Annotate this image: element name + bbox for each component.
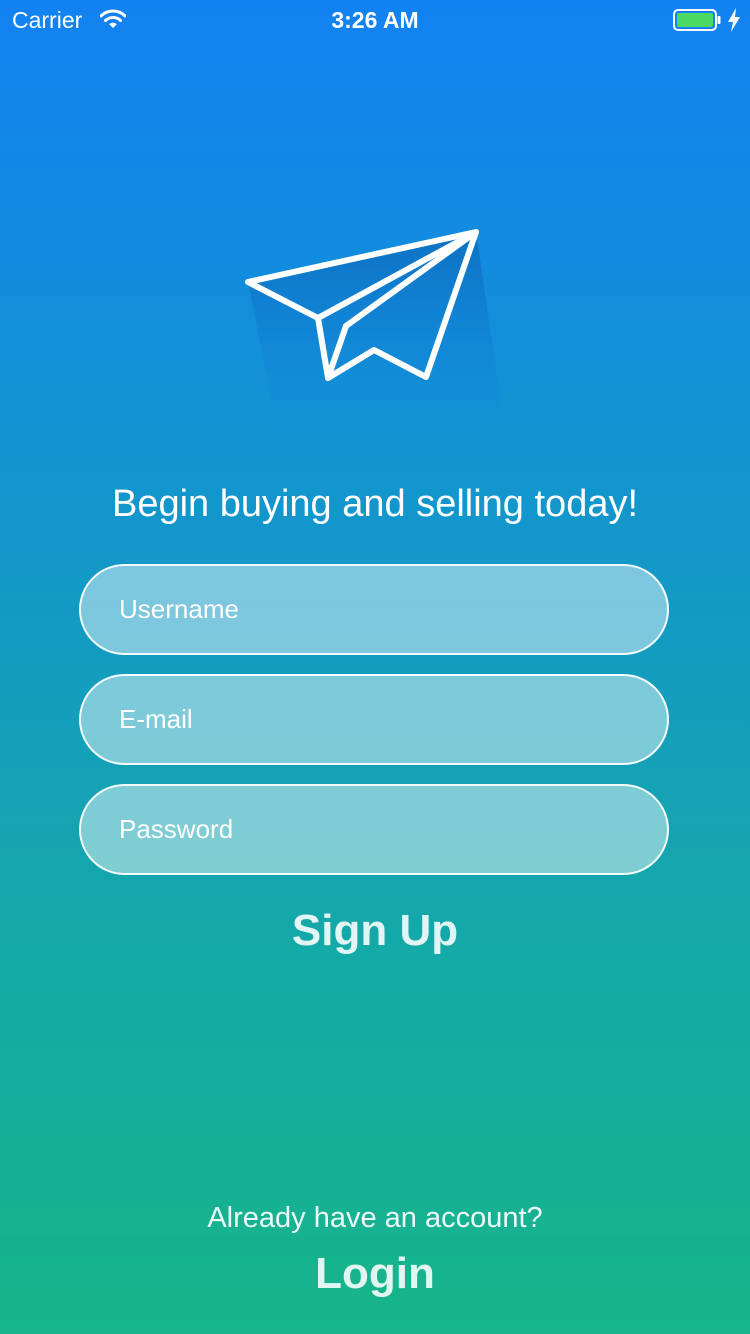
clock: 3:26 AM xyxy=(331,7,419,33)
email-field[interactable] xyxy=(79,674,669,765)
paper-plane-icon xyxy=(245,229,504,442)
signup-button[interactable]: Sign Up xyxy=(0,900,750,962)
password-field[interactable] xyxy=(79,784,669,875)
username-input[interactable] xyxy=(119,566,629,653)
tagline: Begin buying and selling today! xyxy=(111,483,639,525)
battery-icon xyxy=(673,9,721,31)
login-prompt: Already have an account? xyxy=(207,1202,543,1234)
status-bar: Carrier 3:26 AM xyxy=(0,0,750,40)
password-input[interactable] xyxy=(119,786,629,873)
login-button[interactable]: Login xyxy=(0,1243,750,1305)
charging-bolt-icon xyxy=(728,8,740,32)
email-input[interactable] xyxy=(119,676,629,763)
username-field[interactable] xyxy=(79,564,669,655)
